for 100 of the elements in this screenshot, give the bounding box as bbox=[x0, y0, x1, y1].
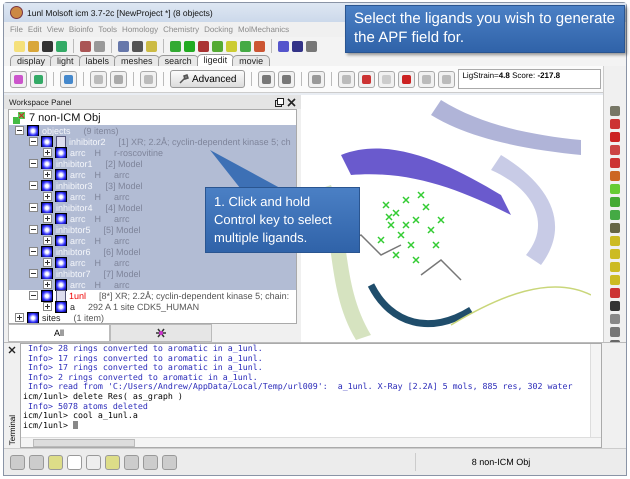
expander-icon[interactable] bbox=[29, 247, 38, 256]
panel-title: Workspace Panel bbox=[9, 98, 72, 106]
panel-tab[interactable]: All bbox=[8, 324, 110, 342]
tree-row[interactable]: objects (9 items) bbox=[9, 125, 296, 136]
menu-item[interactable]: Chemistry bbox=[163, 25, 200, 34]
toolbar-icon[interactable] bbox=[198, 40, 209, 52]
tree-item-info: r-roscovitine bbox=[114, 148, 164, 158]
menu-item[interactable]: MolMechanics bbox=[238, 25, 290, 34]
advanced-button[interactable]: Advanced bbox=[170, 70, 246, 88]
structure-icon bbox=[56, 290, 66, 302]
callout-pointer bbox=[210, 150, 280, 188]
tool-button[interactable] bbox=[378, 70, 396, 88]
expander-icon[interactable] bbox=[29, 291, 38, 300]
status-icon[interactable] bbox=[105, 454, 120, 470]
tool-button[interactable] bbox=[30, 70, 47, 88]
tool-button[interactable] bbox=[110, 70, 127, 88]
expander-icon[interactable] bbox=[15, 313, 24, 322]
status-icon[interactable] bbox=[143, 454, 158, 470]
expander-icon[interactable] bbox=[43, 258, 52, 267]
tree-row[interactable]: a 292 A 1 site CDK5_HUMAN bbox=[9, 301, 296, 312]
tool-button[interactable] bbox=[60, 70, 77, 88]
tree-row[interactable]: arrc H arrc bbox=[9, 257, 296, 268]
float-icon[interactable] bbox=[275, 98, 284, 106]
tool-button[interactable] bbox=[338, 70, 356, 88]
tree-item-code-label: H bbox=[94, 214, 101, 224]
tab[interactable]: search bbox=[158, 55, 199, 66]
expander-icon[interactable] bbox=[43, 170, 52, 179]
scrollbar[interactable] bbox=[590, 344, 601, 437]
toolbar-icon[interactable] bbox=[292, 40, 303, 52]
status-icon[interactable] bbox=[29, 454, 44, 470]
scrollbar[interactable] bbox=[21, 437, 601, 447]
tree-row[interactable]: inhibitor2 [1] XR; 2.2Å; cyclin-dependent kinase 5; ch bbox=[9, 136, 296, 147]
tree-row[interactable]: inhibitor1 [2] Model bbox=[9, 158, 296, 169]
tree-row[interactable]: arrc H arrc bbox=[9, 279, 296, 290]
menu-item[interactable]: Edit bbox=[28, 25, 42, 34]
expander-icon[interactable] bbox=[43, 192, 52, 201]
menu-item[interactable]: File bbox=[10, 25, 23, 34]
menu-item[interactable]: View bbox=[46, 25, 64, 34]
tree-row[interactable]: 1unl [8*] XR; 2.2Å; cyclin-dependent kinase 5; chain: bbox=[9, 290, 296, 301]
molecule-icon bbox=[55, 168, 67, 180]
tool-button[interactable] bbox=[358, 70, 376, 88]
menu-item[interactable]: Homology bbox=[122, 25, 158, 34]
score-readout: LigStrain=4.8 Score: -217.8 bbox=[458, 69, 601, 89]
tab[interactable]: display bbox=[10, 55, 52, 66]
expander-icon[interactable] bbox=[29, 203, 38, 212]
expander-icon[interactable] bbox=[29, 159, 38, 168]
status-icon[interactable] bbox=[67, 454, 82, 470]
tab[interactable]: light bbox=[50, 55, 81, 66]
tab[interactable]: meshes bbox=[114, 55, 160, 66]
status-icon[interactable] bbox=[10, 454, 25, 470]
expander-icon[interactable] bbox=[29, 225, 38, 234]
status-icon[interactable] bbox=[86, 454, 101, 470]
terminal-line: icm/1unl> delete Res( as_graph ) bbox=[23, 392, 183, 402]
toolbar-icon[interactable] bbox=[132, 40, 143, 52]
tree-item-code-label: H bbox=[94, 280, 101, 290]
expander-icon[interactable] bbox=[29, 181, 38, 190]
tool-button[interactable] bbox=[90, 70, 107, 88]
status-icon[interactable] bbox=[48, 454, 63, 470]
tab[interactable]: ligedit bbox=[196, 54, 234, 66]
tool-button[interactable] bbox=[438, 70, 456, 88]
expander-icon[interactable] bbox=[29, 137, 38, 146]
tree-row[interactable]: arrc H arrc bbox=[9, 169, 296, 180]
close-icon[interactable] bbox=[8, 346, 16, 354]
tool-button[interactable] bbox=[278, 70, 296, 88]
molecule-icon bbox=[55, 278, 67, 290]
tree-item-name: inhibtor7 bbox=[56, 268, 91, 278]
expander-icon[interactable] bbox=[43, 214, 52, 223]
tree-item-code-label: H bbox=[94, 170, 101, 180]
panel-tab[interactable] bbox=[110, 324, 212, 342]
molecule-icon bbox=[41, 136, 53, 148]
expander-icon[interactable] bbox=[43, 280, 52, 289]
expander-icon[interactable] bbox=[43, 302, 52, 311]
menu-item[interactable]: Bioinfo bbox=[68, 25, 94, 34]
status-icon[interactable] bbox=[162, 454, 177, 470]
tool-button[interactable] bbox=[140, 70, 157, 88]
tool-button[interactable] bbox=[398, 70, 416, 88]
tab[interactable]: labels bbox=[78, 55, 116, 66]
tab[interactable]: movie bbox=[232, 55, 270, 66]
status-icon[interactable] bbox=[124, 454, 139, 470]
toolbar-icon[interactable] bbox=[42, 40, 53, 52]
tree-item-name: inhibitor2 bbox=[69, 136, 106, 146]
expander-icon[interactable] bbox=[43, 236, 52, 245]
tree-item-name: objects bbox=[42, 126, 71, 136]
molecule-icon bbox=[155, 328, 167, 338]
tool-button[interactable] bbox=[308, 70, 326, 88]
menu-item[interactable]: Docking bbox=[204, 25, 233, 34]
tool-button[interactable] bbox=[258, 70, 276, 88]
expander-icon[interactable] bbox=[29, 269, 38, 278]
tree-item-name: arrc bbox=[70, 192, 86, 202]
expander-icon[interactable] bbox=[43, 148, 52, 157]
expander-icon[interactable] bbox=[15, 126, 24, 135]
close-icon[interactable] bbox=[287, 98, 296, 106]
tool-button[interactable] bbox=[418, 70, 436, 88]
toolbar-icon[interactable] bbox=[278, 40, 289, 52]
tree-item-name: a bbox=[70, 302, 76, 312]
tree-row[interactable]: arrc H r-roscovitine bbox=[9, 147, 296, 158]
tool-button[interactable] bbox=[10, 70, 27, 88]
menu-item[interactable]: Tools bbox=[98, 25, 118, 34]
tree-row[interactable]: inhibtor7 [7] Model bbox=[9, 268, 296, 279]
tree-row[interactable]: sites (1 item) bbox=[9, 312, 296, 323]
